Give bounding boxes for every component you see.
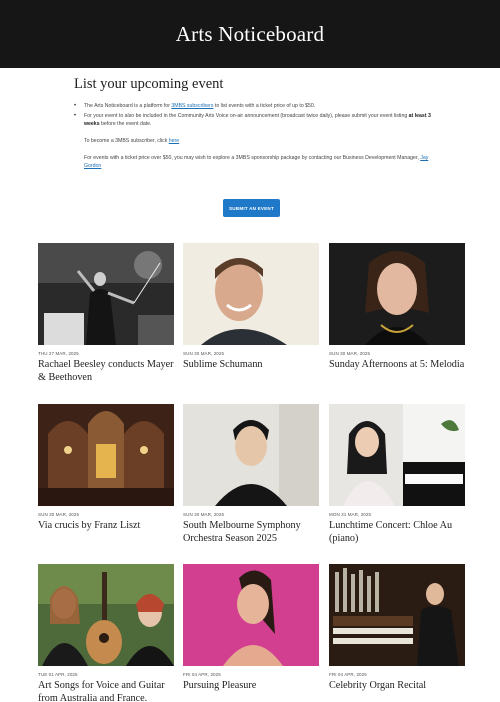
event-card[interactable]: SUN 30 MAR, 2025 Via crucis by Franz Lis… (38, 404, 174, 532)
event-date: MON 31 MAR, 2025 (329, 512, 372, 517)
event-image-singer-portrait[interactable] (329, 243, 465, 345)
event-title[interactable]: Sunday Afternoons at 5: Melodia (329, 358, 465, 371)
intro-section: List your upcoming event The Arts Notice… (74, 76, 434, 170)
event-date: SUN 30 MAR, 2025 (183, 351, 225, 356)
event-card[interactable]: TUE 01 APR, 2025 Art Songs for Voice and… (38, 564, 174, 702)
site-header: Arts Noticeboard (0, 0, 500, 68)
event-card[interactable]: MON 31 MAR, 2025 Lunchtime Concert: Chlo… (329, 404, 465, 545)
event-date: TUE 01 APR, 2025 (38, 672, 78, 677)
event-title[interactable]: Rachael Beesley conducts Mayer & Beethov… (38, 358, 174, 384)
event-date: SUN 30 MAR, 2025 (183, 512, 225, 517)
event-card[interactable]: THU 27 MAR, 2025 Rachael Beesley conduct… (38, 243, 174, 384)
event-image-girl-piano[interactable] (329, 404, 465, 506)
event-image-church-interior[interactable] (38, 404, 174, 506)
event-card[interactable]: SUN 30 MAR, 2025 Sunday Afternoons at 5:… (329, 243, 465, 371)
event-date: FRI 04 APR, 2025 (183, 672, 221, 677)
info-bullet-platform: The Arts Noticeboard is a platform for 3… (74, 102, 434, 110)
event-title[interactable]: Lunchtime Concert: Chloe Au (piano) (329, 519, 465, 545)
event-image-duo-guitar[interactable] (38, 564, 174, 666)
event-title[interactable]: Via crucis by Franz Liszt (38, 519, 174, 532)
event-image-singer-pink[interactable] (183, 564, 319, 666)
subscribers-link[interactable]: 3MBS subscribers (171, 103, 213, 109)
event-date: SUN 30 MAR, 2025 (38, 512, 80, 517)
page-title: Arts Noticeboard (175, 21, 325, 46)
event-date: SUN 30 MAR, 2025 (329, 351, 371, 356)
event-image-conductor[interactable] (38, 243, 174, 345)
info-bullet-deadline: For your event to also be included in th… (74, 112, 434, 128)
event-card[interactable]: SUN 30 MAR, 2025 South Melbourne Symphon… (183, 404, 319, 545)
submit-event-button[interactable]: SUBMIT AN EVENT (223, 199, 280, 217)
event-title[interactable]: Pursuing Pleasure (183, 679, 319, 692)
event-title[interactable]: Art Songs for Voice and Guitar from Aust… (38, 679, 174, 702)
subscriber-paragraph: To become a 3MBS subscriber, click here (84, 138, 180, 144)
event-card[interactable]: SUN 30 MAR, 2025 Sublime Schumann (183, 243, 319, 371)
event-date: FRI 04 APR, 2025 (329, 672, 367, 677)
event-date: THU 27 MAR, 2025 (38, 351, 79, 356)
event-card[interactable]: FRI 04 APR, 2025 Pursuing Pleasure (183, 564, 319, 692)
info-list: The Arts Noticeboard is a platform for 3… (74, 102, 434, 128)
subscribe-here-link[interactable]: here (169, 138, 179, 144)
event-image-organist[interactable] (329, 564, 465, 666)
section-heading: List your upcoming event (74, 76, 224, 92)
sponsorship-paragraph: For events with a ticket price over $50,… (84, 155, 429, 169)
event-card[interactable]: FRI 04 APR, 2025 Celebrity Organ Recital (329, 564, 465, 692)
event-title[interactable]: Celebrity Organ Recital (329, 679, 465, 692)
event-title[interactable]: South Melbourne Symphony Orchestra Seaso… (183, 519, 319, 545)
event-image-pianist-portrait[interactable] (183, 243, 319, 345)
event-title[interactable]: Sublime Schumann (183, 358, 319, 371)
event-image-young-man-portrait[interactable] (183, 404, 319, 506)
